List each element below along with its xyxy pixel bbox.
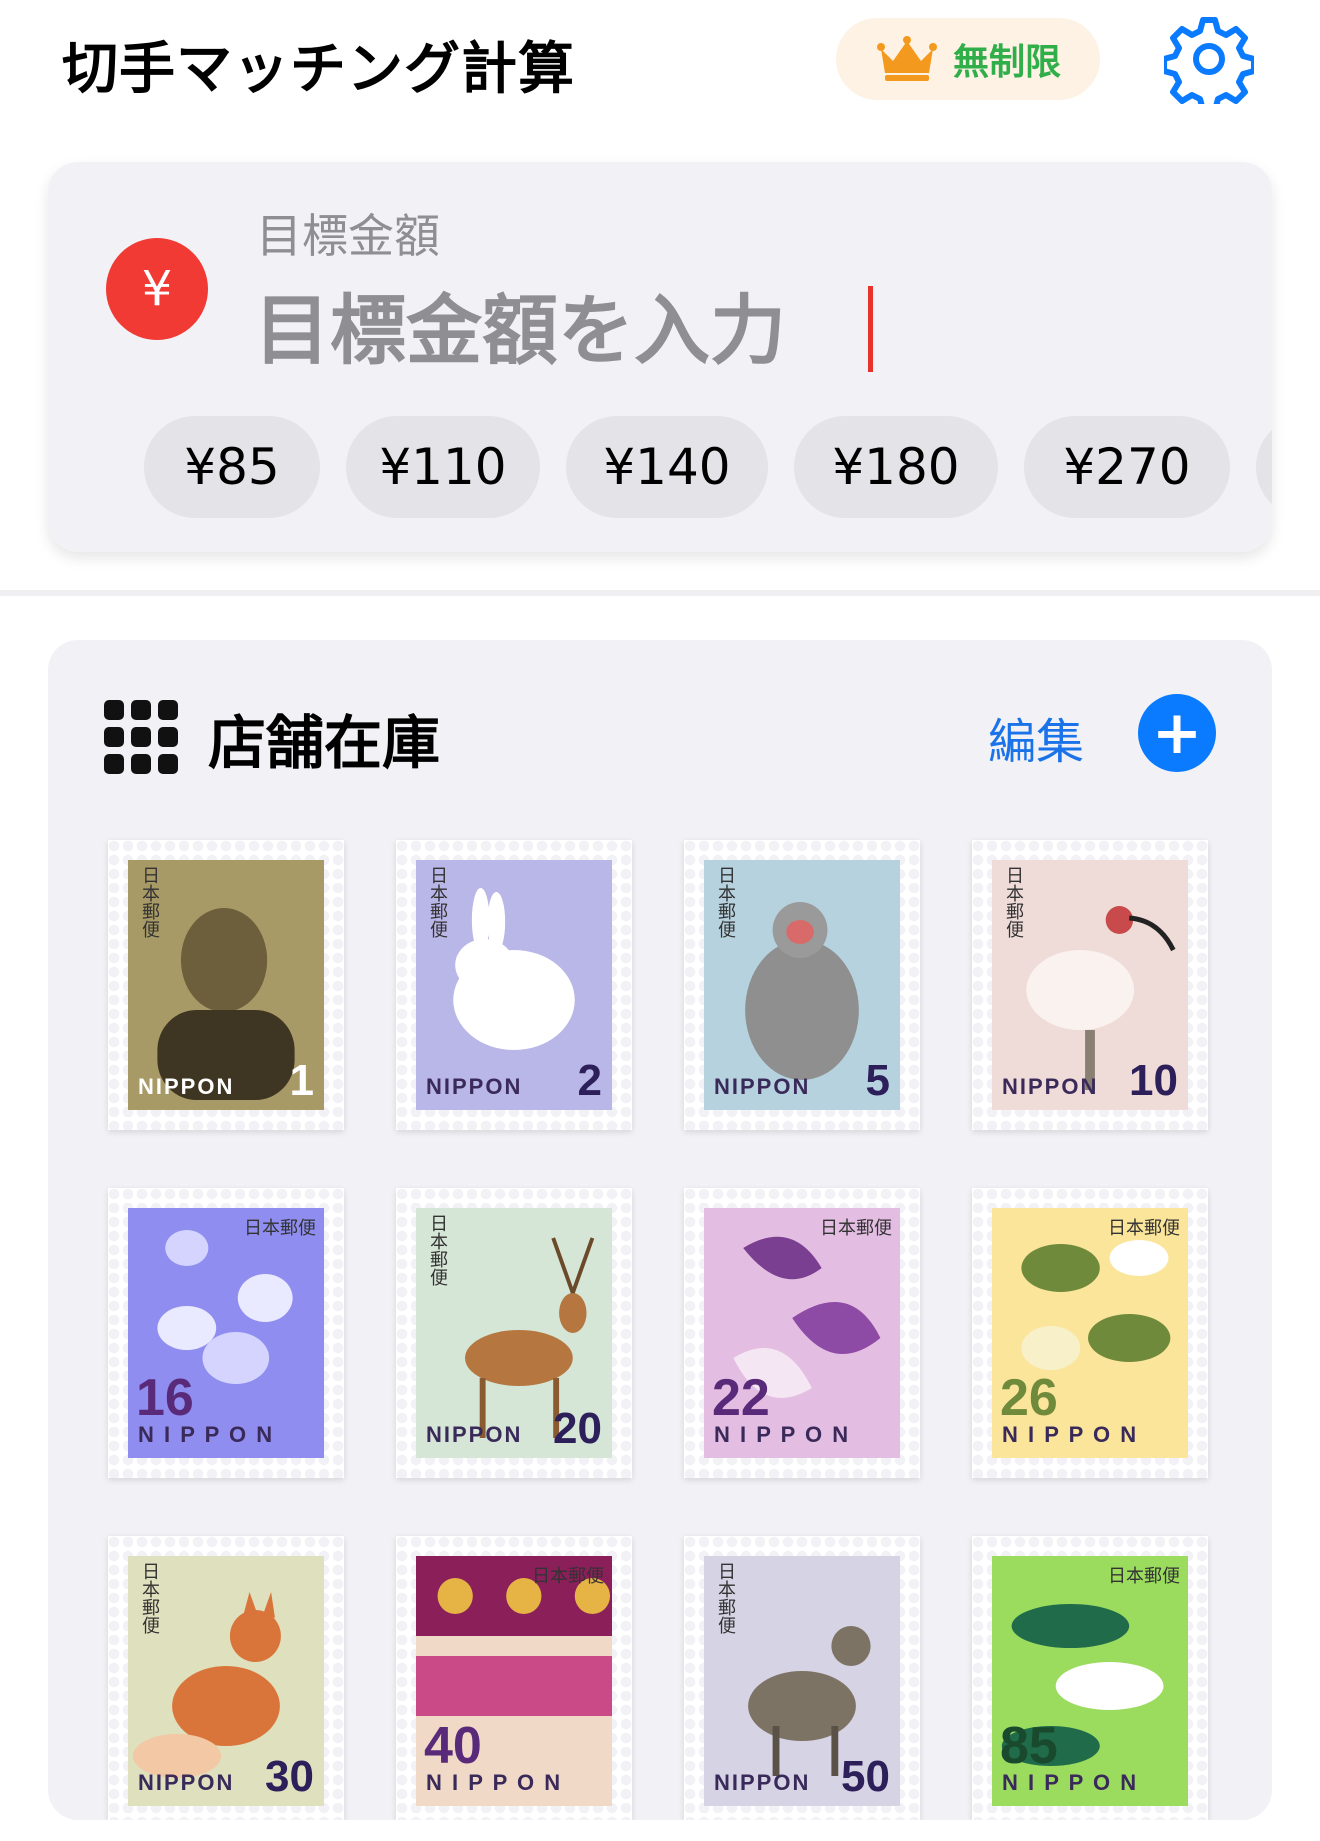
target-amount-input[interactable] [254,280,1054,380]
quick-amount-chip[interactable]: ¥140 [566,416,768,518]
japan-post-mark: 日本郵便 [427,866,448,938]
quick-amount-chips: ¥85 ¥110 ¥140 ¥180 ¥270 [96,416,1272,524]
stamp-artwork: 日本郵便 16 N I P P O N [128,1208,324,1458]
app-header: 切手マッチング計算 無制限 [0,0,1320,130]
japan-post-mark: 日本郵便 [715,866,736,938]
crown-icon [876,36,937,81]
stamp-artwork: 日本郵便 2 NIPPON [416,860,612,1110]
gear-icon[interactable] [1164,14,1254,104]
section-divider [0,590,1320,596]
stamp-value: 10 [1129,1056,1178,1105]
stamp-artwork: 日本郵便 1 NIPPON [128,860,324,1110]
nippon-label: N I P P O N [1002,1770,1139,1795]
nippon-label: N I P P O N [1002,1422,1139,1447]
nippon-label: NIPPON [1002,1074,1099,1099]
nippon-label: N I P P O N [714,1422,851,1447]
stamp-artwork: 日本郵便 40 N I P P O N [416,1556,612,1806]
stamp-value: 20 [553,1404,602,1453]
stamp-value: 40 [424,1717,482,1775]
stamp-artwork: 日本郵便 26 N I P P O N [992,1208,1188,1458]
stamp-card[interactable]: 日本郵便 16 N I P P O N [108,1188,344,1478]
plan-label: 無制限 [952,42,1061,83]
japan-post-mark: 日本郵便 [1108,1218,1180,1239]
japan-post-mark: 日本郵便 [427,1214,448,1286]
quick-amount-chip[interactable]: ¥180 [794,416,998,518]
nippon-label: N I P P O N [426,1770,563,1795]
stamp-card[interactable]: 日本郵便 10 NIPPON [972,840,1208,1130]
japan-post-mark: 日本郵便 [820,1218,892,1239]
text-caret [868,286,873,372]
stamp-card[interactable]: 日本郵便 85 N I P P O N [972,1536,1208,1820]
stamp-card[interactable]: 日本郵便 2 NIPPON [396,840,632,1130]
nippon-label: NIPPON [138,1074,235,1099]
japan-post-mark: 日本郵便 [1003,866,1024,938]
stamp-card[interactable]: 日本郵便 26 N I P P O N [972,1188,1208,1478]
add-stamp-button[interactable]: + [1138,694,1216,772]
stamp-value: 5 [865,1056,890,1105]
quick-amount-chip[interactable]: ¥110 [346,416,540,518]
stamp-value: 16 [136,1369,194,1427]
japan-post-mark: 日本郵便 [244,1218,316,1239]
stamp-value: 22 [712,1369,770,1427]
stamp-artwork: 日本郵便 10 NIPPON [992,860,1188,1110]
nippon-label: NIPPON [138,1770,235,1795]
stamp-card[interactable]: 日本郵便 1 NIPPON [108,840,344,1130]
stamp-artwork: 日本郵便 50 NIPPON [704,1556,900,1806]
nippon-label: NIPPON [714,1770,811,1795]
stamp-card[interactable]: 日本郵便 40 N I P P O N [396,1536,632,1820]
stamp-card[interactable]: 日本郵便 22 N I P P O N [684,1188,920,1478]
stamp-value: 50 [841,1752,890,1801]
stamp-card[interactable]: 日本郵便 20 NIPPON [396,1188,632,1478]
stamp-card[interactable]: 日本郵便 30 NIPPON [108,1536,344,1820]
japan-post-mark: 日本郵便 [715,1562,736,1634]
japan-post-mark: 日本郵便 [532,1566,604,1587]
yen-icon: ¥ [106,238,208,340]
japan-post-mark: 日本郵便 [1108,1566,1180,1587]
target-amount-label: 目標金額 [256,209,440,263]
japan-post-mark: 日本郵便 [139,1562,160,1634]
stamp-artwork: 日本郵便 5 NIPPON [704,860,900,1110]
grid-icon [104,700,178,774]
quick-amount-chip-partial[interactable] [1256,416,1272,518]
unlimited-plan-badge[interactable]: 無制限 [836,18,1100,100]
stamp-value: 85 [1000,1717,1058,1775]
edit-button[interactable]: 編集 [988,702,1084,772]
quick-amount-chip[interactable]: ¥270 [1024,416,1230,518]
stamp-card[interactable]: 日本郵便 50 NIPPON [684,1536,920,1820]
stamp-artwork: 日本郵便 85 N I P P O N [992,1556,1188,1806]
stamp-card[interactable]: 日本郵便 5 NIPPON [684,840,920,1130]
target-amount-card: ¥ 目標金額 ¥85 ¥110 ¥140 ¥180 ¥270 [48,162,1272,552]
stamp-artwork: 日本郵便 30 NIPPON [128,1556,324,1806]
nippon-label: NIPPON [426,1074,523,1099]
nippon-label: N I P P O N [138,1422,275,1447]
stamp-value: 1 [289,1056,314,1105]
nippon-label: NIPPON [714,1074,811,1099]
app-title: 切手マッチング計算 [62,37,575,102]
japan-post-mark: 日本郵便 [139,866,160,938]
stamp-value: 2 [577,1056,602,1105]
quick-amount-chip[interactable]: ¥85 [144,416,320,518]
store-inventory-section: 店舗在庫 編集 + 日本郵便 1 NIPPON 日本郵便 2 NIPPON 日本郵便 5 NIP… [48,640,1272,1820]
stamp-artwork: 日本郵便 22 N I P P O N [704,1208,900,1458]
inventory-title: 店舗在庫 [208,709,441,777]
nippon-label: NIPPON [426,1422,523,1447]
stamp-artwork: 日本郵便 20 NIPPON [416,1208,612,1458]
stamp-value: 26 [1000,1369,1058,1427]
stamp-value: 30 [265,1752,314,1801]
